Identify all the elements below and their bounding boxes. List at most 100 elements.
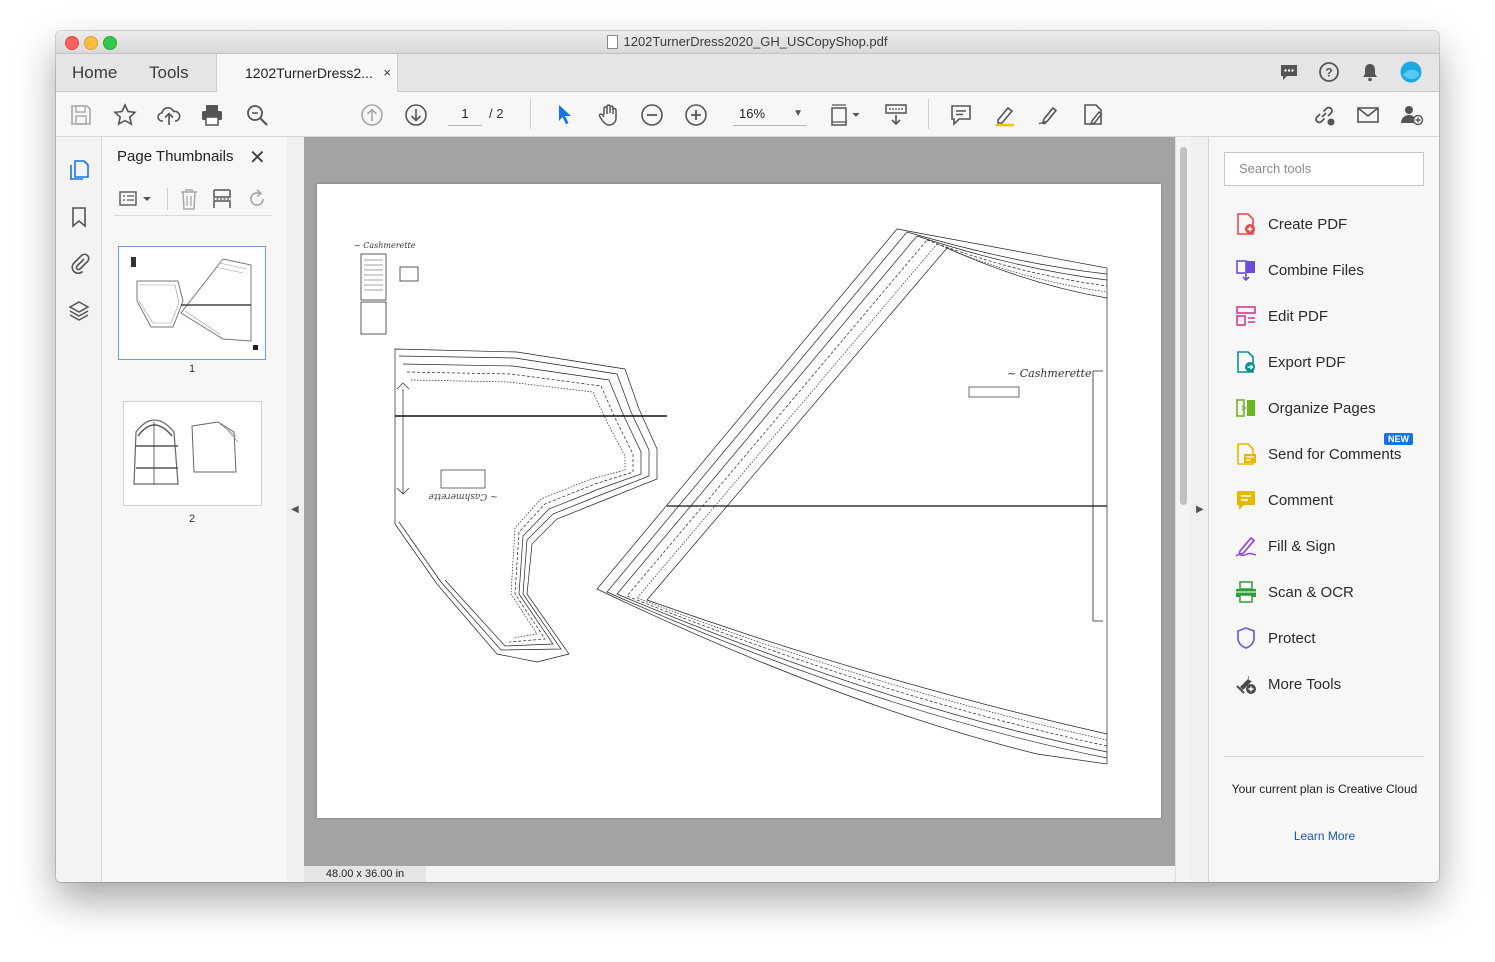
page-number-input[interactable]: 1: [448, 103, 482, 126]
left-pane-collapse-handle[interactable]: ◀: [287, 137, 304, 882]
notification-bell-icon[interactable]: [1359, 61, 1381, 83]
insert-page-icon[interactable]: [211, 187, 233, 211]
thumbnail-toolbar-divider: [167, 188, 168, 210]
upload-cloud-icon[interactable]: [156, 102, 182, 128]
layers-icon[interactable]: [67, 299, 91, 323]
help-icon[interactable]: ?: [1318, 61, 1340, 83]
navigation-rail: [56, 137, 102, 882]
send-comments-icon: [1237, 443, 1256, 465]
tool-more-tools[interactable]: More Tools: [1234, 670, 1341, 698]
new-badge: NEW: [1384, 433, 1413, 445]
tool-label: Send for Comments: [1268, 445, 1402, 463]
tool-label: Combine Files: [1268, 261, 1364, 279]
panel-title: Page Thumbnails: [117, 148, 234, 165]
title-bar: 1202TurnerDress2020_GH_USCopyShop.pdf: [56, 31, 1439, 54]
print-icon[interactable]: [199, 102, 225, 128]
tool-combine-files[interactable]: Combine Files: [1234, 256, 1364, 284]
scan-ocr-icon: [1235, 581, 1257, 603]
comment-tool-icon[interactable]: [948, 102, 974, 128]
close-window-button[interactable]: [65, 36, 79, 50]
tool-edit-pdf[interactable]: Edit PDF: [1234, 302, 1328, 330]
share-link-icon[interactable]: [1311, 102, 1337, 128]
tool-fill-sign[interactable]: Fill & Sign: [1234, 532, 1336, 560]
tab-close-button[interactable]: ×: [383, 54, 391, 92]
tool-comment[interactable]: Comment: [1234, 486, 1333, 514]
pdf-page: ~ Cashmerette ~ Cashmerette ~ Cashmerett…: [317, 184, 1161, 818]
hand-tool-icon[interactable]: [596, 102, 622, 128]
tab-document[interactable]: 1202TurnerDress2... ×: [216, 54, 398, 92]
next-page-icon[interactable]: [403, 102, 429, 128]
tool-scan-ocr[interactable]: Scan & OCR: [1234, 578, 1354, 606]
page-thumbnails-panel: Page Thumbnails ✕ 1 2: [102, 137, 288, 882]
highlight-pen-icon[interactable]: [992, 102, 1018, 128]
collapse-right-arrow-icon: ▶: [1196, 504, 1204, 515]
more-tools-icon: [1236, 676, 1256, 694]
pattern-brand-mark: ~ Cashmerette: [354, 241, 416, 250]
save-icon[interactable]: [68, 102, 94, 128]
right-pane-collapse-handle[interactable]: ▶: [1191, 137, 1208, 882]
tool-export-pdf[interactable]: Export PDF: [1234, 348, 1346, 376]
attachments-paperclip-icon[interactable]: [67, 251, 91, 275]
export-pdf-icon: [1237, 351, 1255, 373]
zoom-level-select[interactable]: 16% ▼: [733, 103, 807, 126]
tool-send-for-comments[interactable]: Send for Comments: [1234, 440, 1401, 468]
user-avatar[interactable]: [1400, 61, 1422, 83]
tool-label: More Tools: [1268, 675, 1342, 693]
status-bar: 48.00 x 36.00 in: [304, 866, 1175, 882]
tab-tools[interactable]: Tools: [149, 54, 189, 91]
edit-pdf-icon: [1236, 306, 1256, 326]
find-zoom-icon[interactable]: [244, 102, 270, 128]
create-pdf-icon: [1237, 213, 1255, 235]
add-people-icon[interactable]: [1399, 102, 1425, 128]
scroll-mode-icon[interactable]: [883, 102, 909, 128]
previous-page-icon[interactable]: [359, 102, 385, 128]
document-viewport[interactable]: ~ Cashmerette ~ Cashmerette ~ Cashmerett…: [304, 137, 1175, 866]
bookmark-star-icon[interactable]: [112, 102, 138, 128]
tool-label: Fill & Sign: [1268, 537, 1336, 555]
tools-pane: Search tools Create PDF Combine Files Ed…: [1208, 137, 1439, 882]
page-thumbnails-icon[interactable]: [67, 158, 91, 182]
thumbnail-toolbar: [114, 185, 272, 216]
thumbnail-options-icon[interactable]: [118, 188, 156, 210]
chevron-down-icon: ▼: [793, 108, 803, 119]
toolbar-divider: [928, 99, 929, 129]
comment-icon: [1237, 491, 1255, 510]
page-thumbnail[interactable]: [118, 246, 266, 360]
vertical-scrollbar[interactable]: [1175, 137, 1191, 882]
tool-organize-pages[interactable]: Organize Pages: [1234, 394, 1376, 422]
select-cursor-icon[interactable]: [552, 102, 578, 128]
combine-files-icon: [1236, 260, 1255, 282]
rotate-page-icon[interactable]: [245, 187, 269, 211]
bookmarks-icon[interactable]: [67, 205, 91, 229]
pattern-brand-mark: ~ Cashmerette: [1007, 367, 1092, 380]
protect-shield-icon: [1237, 627, 1255, 649]
tool-label: Comment: [1268, 491, 1334, 509]
scrollbar-thumb[interactable]: [1180, 147, 1187, 505]
page-thumbnail[interactable]: [124, 402, 261, 505]
learn-more-link[interactable]: Learn More: [1209, 829, 1439, 843]
minimize-window-button[interactable]: [84, 36, 98, 50]
tab-bar: Home Tools 1202TurnerDress2... × ?: [56, 54, 1439, 92]
page-total: / 2: [489, 106, 504, 121]
main-toolbar: 1 / 2 16% ▼: [56, 92, 1439, 137]
tab-home[interactable]: Home: [72, 54, 117, 91]
tool-create-pdf[interactable]: Create PDF: [1234, 210, 1347, 238]
zoom-window-button[interactable]: [103, 36, 117, 50]
search-tools-input[interactable]: Search tools: [1224, 152, 1424, 186]
chat-icon[interactable]: [1278, 61, 1300, 83]
acrobat-window: 1202TurnerDress2020_GH_USCopyShop.pdf Ho…: [56, 31, 1439, 882]
fill-sign-pen-icon[interactable]: [1036, 102, 1062, 128]
toolbar-divider: [530, 99, 531, 129]
page-fit-icon[interactable]: [828, 102, 862, 128]
sewing-pattern-drawing: ~ Cashmerette ~ Cashmerette ~ Cashmerett…: [354, 228, 1108, 765]
email-icon[interactable]: [1355, 102, 1381, 128]
zoom-level-value: 16%: [739, 106, 766, 121]
panel-close-button[interactable]: ✕: [249, 145, 266, 170]
tool-protect[interactable]: Protect: [1234, 624, 1316, 652]
delete-page-icon[interactable]: [178, 187, 200, 211]
page-size-label: 48.00 x 36.00 in: [304, 866, 426, 882]
collapse-left-arrow-icon: ◀: [291, 504, 299, 515]
send-sign-icon[interactable]: [1080, 102, 1106, 128]
zoom-out-icon[interactable]: [639, 102, 665, 128]
zoom-in-icon[interactable]: [683, 102, 709, 128]
